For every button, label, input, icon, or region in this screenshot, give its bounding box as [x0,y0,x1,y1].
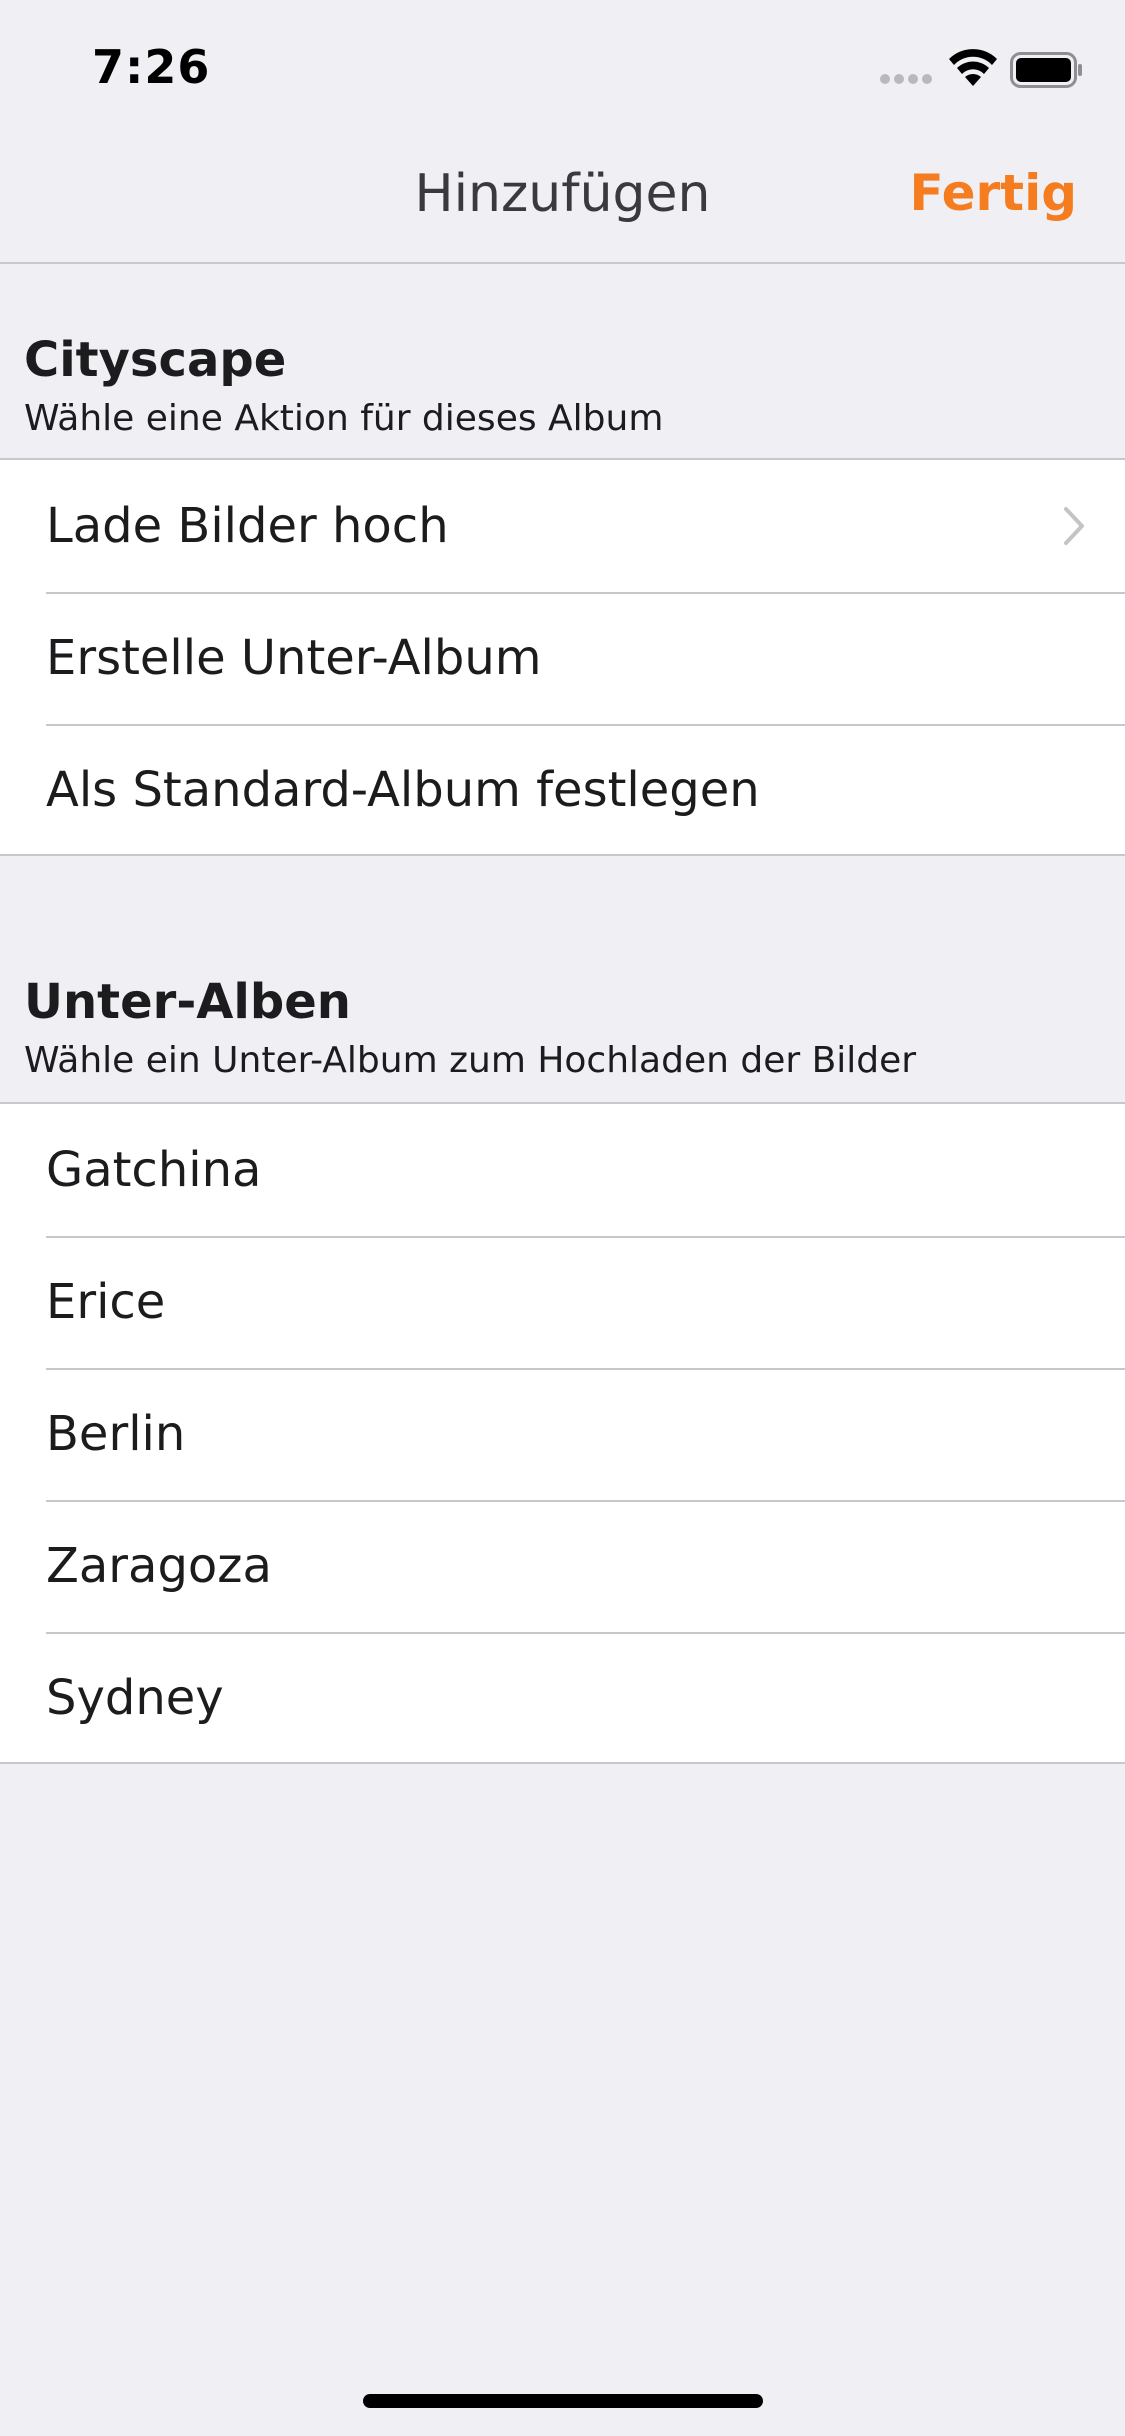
subalbum-name: Gatchina [46,1142,262,1198]
subalbum-name: Sydney [46,1670,224,1726]
subalbums-section-subtitle: Wähle ein Unter-Album zum Hochladen der … [24,1040,917,1081]
list-item[interactable]: Berlin [0,1368,1125,1500]
subalbum-name: Zaragoza [46,1538,272,1594]
album-actions-list: Lade Bilder hoch Erstelle Unter-Album Al… [0,458,1125,856]
chevron-right-icon [1064,507,1084,545]
done-button[interactable]: Fertig [909,164,1077,222]
wifi-icon [949,49,997,86]
subalbum-name: Erice [46,1274,166,1330]
signal-strength-icon [880,74,936,86]
row-label: Lade Bilder hoch [46,498,449,554]
subalbums-section-header: Unter-Alben Wähle ein Unter-Album zum Ho… [0,906,1125,1102]
subalbum-name: Berlin [46,1406,186,1462]
create-subalbum-row[interactable]: Erstelle Unter-Album [0,592,1125,724]
list-item[interactable]: Zaragoza [0,1500,1125,1632]
list-item[interactable]: Gatchina [0,1104,1125,1236]
status-time: 7:26 [92,40,211,94]
upload-images-row[interactable]: Lade Bilder hoch [0,460,1125,592]
home-indicator[interactable] [363,2394,763,2408]
status-bar: 7:26 [0,0,1125,132]
album-section-header: Cityscape Wähle eine Aktion für dieses A… [0,264,1125,460]
list-item[interactable]: Erice [0,1236,1125,1368]
row-label: Erstelle Unter-Album [46,630,542,686]
screen: 7:26 Hinzufügen Fertig Cityscape Wähle e… [0,0,1125,2436]
subalbums-list: Gatchina Erice Berlin Zaragoza Sydney [0,1102,1125,1764]
navigation-bar: Hinzufügen Fertig [0,132,1125,264]
battery-icon [1010,52,1082,88]
row-label: Als Standard-Album festlegen [46,762,760,818]
list-item[interactable]: Sydney [0,1632,1125,1764]
album-section-title: Cityscape [24,332,287,388]
set-default-album-row[interactable]: Als Standard-Album festlegen [0,724,1125,856]
subalbums-section-title: Unter-Alben [24,974,351,1030]
album-section-subtitle: Wähle eine Aktion für dieses Album [24,398,664,439]
